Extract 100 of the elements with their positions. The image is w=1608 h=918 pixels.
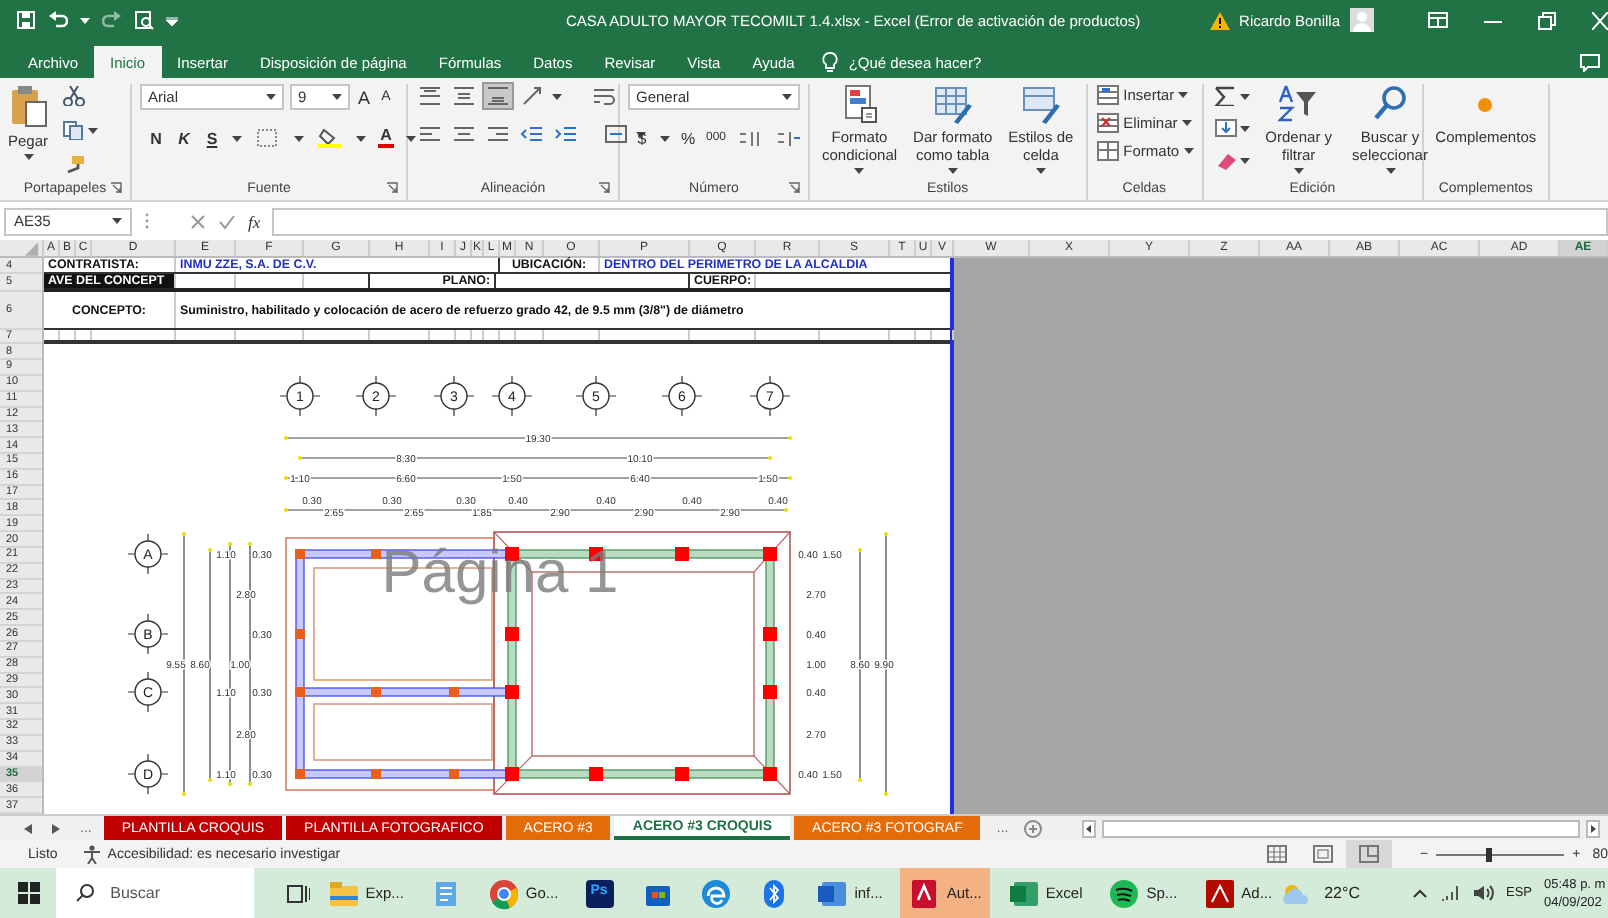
caret-icon[interactable] xyxy=(854,168,865,175)
merge-cells-button[interactable] xyxy=(602,122,630,147)
view-button[interactable] xyxy=(1346,840,1393,869)
caret-icon[interactable] xyxy=(332,94,342,101)
sum-button[interactable] xyxy=(1211,84,1240,109)
vertical-align-button[interactable] xyxy=(416,84,444,109)
caret-icon[interactable] xyxy=(660,135,670,142)
currency-button[interactable]: $ xyxy=(634,129,650,148)
customize-icon[interactable] xyxy=(166,15,178,26)
font-color-button[interactable]: A xyxy=(378,128,394,149)
italic-button[interactable]: K xyxy=(176,129,192,148)
vertical-align-button[interactable] xyxy=(450,84,478,109)
align-right-button[interactable] xyxy=(484,122,512,147)
caret-icon[interactable] xyxy=(1183,148,1194,155)
caret-icon[interactable] xyxy=(88,127,99,134)
caret-icon[interactable] xyxy=(1178,92,1189,99)
layout-view-icon xyxy=(1312,844,1335,865)
search-field[interactable]: Buscar xyxy=(56,868,254,918)
restore-icon[interactable] xyxy=(1538,11,1556,30)
wrap-text-icon xyxy=(592,86,616,107)
caret-icon[interactable] xyxy=(80,17,90,24)
volume-icon[interactable] xyxy=(1471,884,1494,903)
next-sheet-icon[interactable] xyxy=(52,823,60,834)
chevron-up-icon[interactable] xyxy=(1411,888,1428,899)
sum-icon xyxy=(1213,86,1238,107)
align-lines-icon xyxy=(486,86,510,107)
caret-icon[interactable] xyxy=(782,94,792,101)
zoom-slider-thumb[interactable] xyxy=(1486,847,1493,862)
caret-icon[interactable] xyxy=(1239,93,1250,100)
copy-button[interactable] xyxy=(60,118,89,143)
align-lines-icon xyxy=(452,86,476,107)
vertical-align-button[interactable] xyxy=(484,84,512,109)
network-icon[interactable] xyxy=(1439,884,1460,903)
print-preview-icon[interactable] xyxy=(134,10,154,31)
previous-sheet-icon[interactable] xyxy=(24,823,32,834)
weather-temperature[interactable]: 22°C xyxy=(1324,884,1360,903)
percent-button[interactable]: % xyxy=(680,129,696,148)
excel-logo-icon xyxy=(1007,877,1040,910)
bold-button[interactable]: N xyxy=(148,129,164,148)
caret-icon[interactable] xyxy=(552,93,562,100)
cancel-icon[interactable] xyxy=(190,213,206,230)
caret-icon[interactable] xyxy=(636,131,646,138)
fill-color-button[interactable] xyxy=(316,126,344,151)
increase-decimal-button[interactable] xyxy=(736,126,765,151)
caret-icon[interactable] xyxy=(1035,168,1046,175)
cut-icon xyxy=(62,86,87,107)
orientation-button[interactable] xyxy=(518,84,546,109)
align-center-button[interactable] xyxy=(450,122,478,147)
grip-icon xyxy=(144,212,150,231)
caret-icon[interactable] xyxy=(1181,120,1192,127)
photoshop-logo-icon xyxy=(584,877,617,910)
caret-icon[interactable] xyxy=(947,168,958,175)
task-view-icon[interactable] xyxy=(285,881,310,906)
insert-function-button[interactable]: fx xyxy=(248,211,261,232)
ribbon-options-icon[interactable] xyxy=(1428,12,1448,29)
caret-icon[interactable] xyxy=(266,94,276,101)
caret-icon[interactable] xyxy=(1239,157,1250,164)
grid-bubble xyxy=(127,671,169,713)
caret-icon[interactable] xyxy=(1293,168,1304,175)
caret-icon[interactable] xyxy=(1385,168,1395,175)
dialog-launcher-icon[interactable] xyxy=(598,182,610,195)
formula-field[interactable] xyxy=(272,207,1608,236)
caret-icon[interactable] xyxy=(356,135,366,142)
comment-icon[interactable] xyxy=(1580,53,1600,72)
save-icon[interactable] xyxy=(16,10,36,31)
caret-icon[interactable] xyxy=(112,218,122,225)
check-icon[interactable] xyxy=(218,213,236,230)
avatar-icon[interactable] xyxy=(1350,8,1374,33)
clipboard-icon xyxy=(8,84,48,129)
search-icon xyxy=(76,884,95,903)
grow-font-button[interactable]: A xyxy=(356,87,372,108)
dialog-launcher-icon[interactable] xyxy=(788,182,800,195)
conditional-icon xyxy=(839,84,880,125)
horizontal-scrollbar[interactable] xyxy=(1082,816,1600,841)
caret-icon[interactable] xyxy=(23,154,33,161)
pagebreak-view-icon xyxy=(1358,844,1381,865)
caret-icon[interactable] xyxy=(406,135,416,142)
align-right-icon xyxy=(486,124,510,145)
grid-bubble xyxy=(127,613,169,655)
caret-icon[interactable] xyxy=(294,135,304,142)
decrease-decimal-button[interactable] xyxy=(774,126,803,151)
underline-button[interactable]: S xyxy=(204,129,220,148)
caret-icon[interactable] xyxy=(232,135,242,142)
caret-icon[interactable] xyxy=(1239,125,1250,132)
increase-indent-button[interactable] xyxy=(552,122,580,147)
redo-icon[interactable] xyxy=(102,10,122,31)
align-left-button[interactable] xyxy=(416,122,444,147)
dialog-launcher-icon[interactable] xyxy=(386,182,398,195)
decrease-indent-button[interactable] xyxy=(518,122,546,147)
close-icon[interactable] xyxy=(1592,11,1608,30)
format-icon xyxy=(1095,140,1120,163)
merge-cells-icon xyxy=(604,124,628,145)
undo-icon[interactable] xyxy=(48,10,68,31)
wrap-text-button[interactable] xyxy=(590,84,618,109)
borders-button[interactable] xyxy=(254,126,282,151)
align-lines-icon xyxy=(418,86,442,107)
fill-button[interactable] xyxy=(1211,116,1240,141)
add-sheet-icon[interactable] xyxy=(1024,819,1043,838)
start-icon[interactable] xyxy=(18,882,41,905)
dialog-launcher-icon[interactable] xyxy=(110,182,122,195)
